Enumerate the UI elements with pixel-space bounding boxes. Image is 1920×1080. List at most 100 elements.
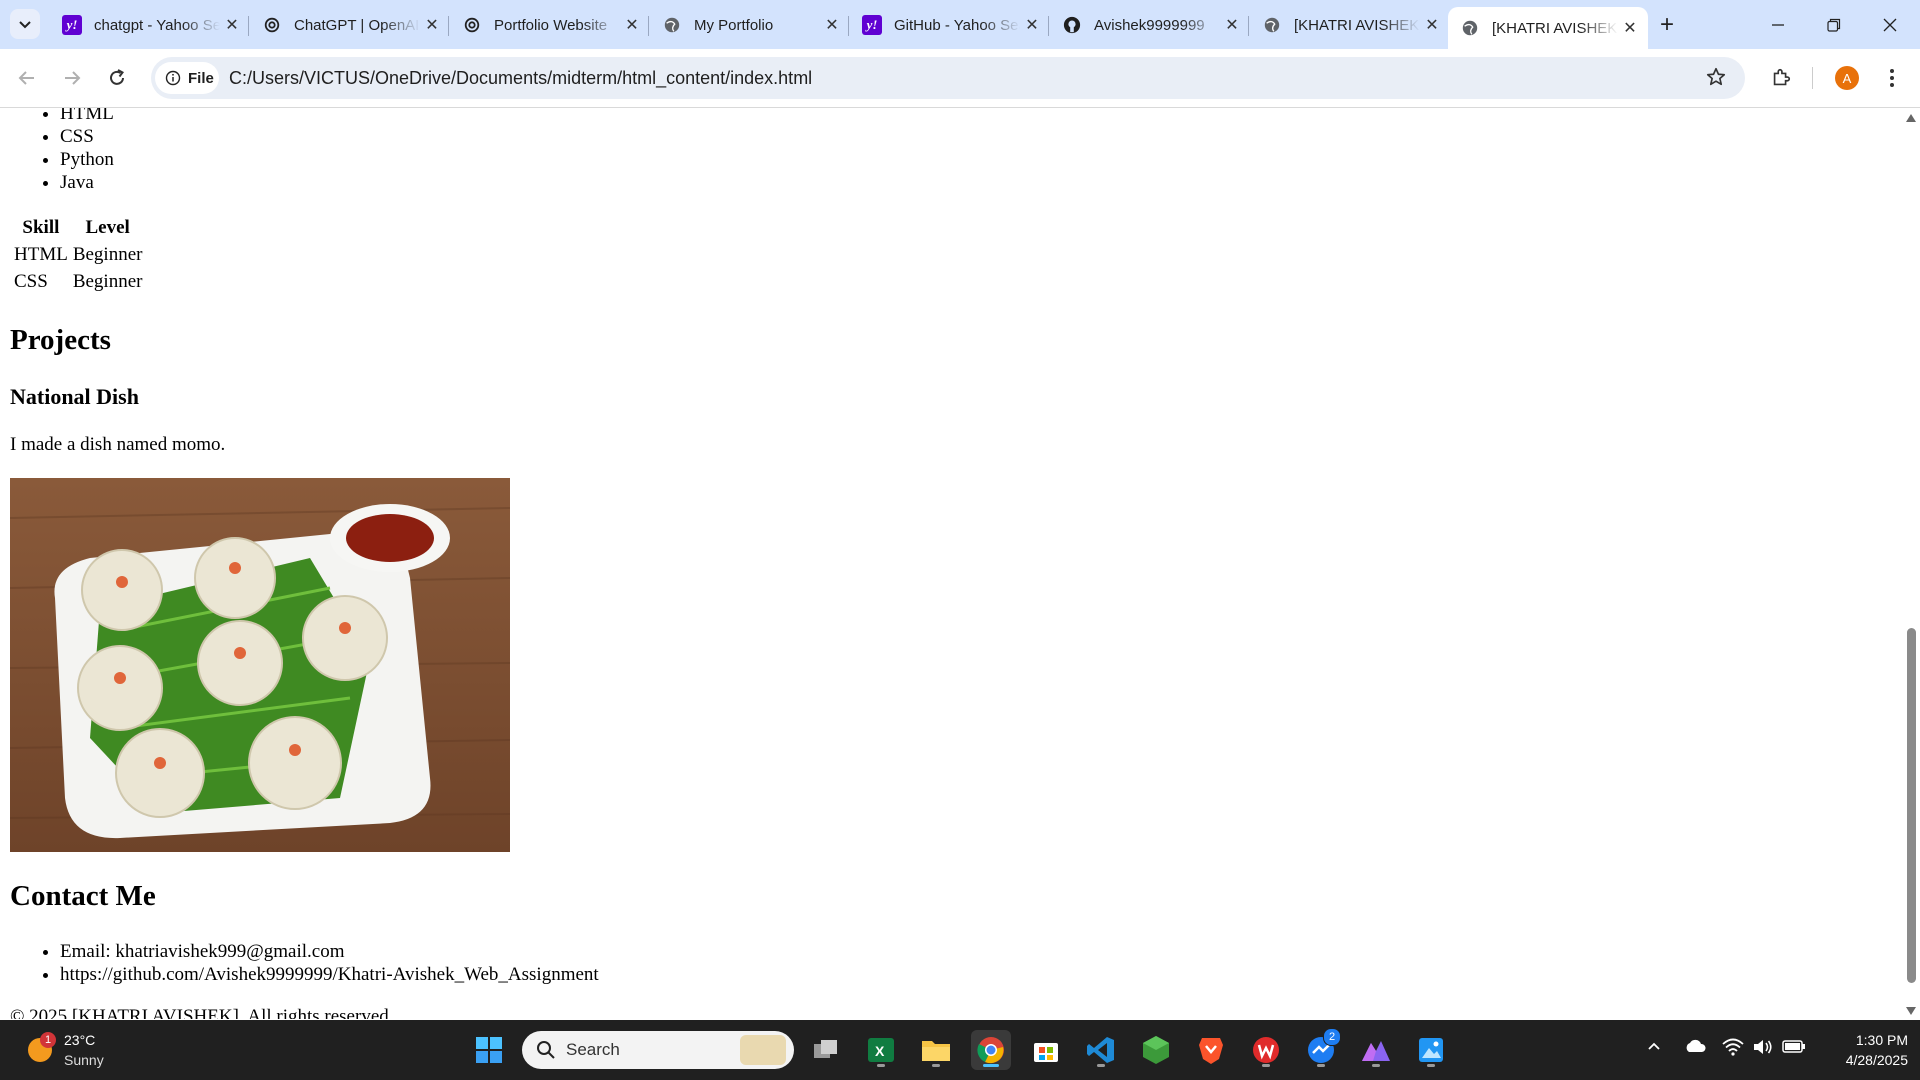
close-icon[interactable]: ✕	[1420, 13, 1444, 37]
close-icon[interactable]: ✕	[820, 13, 844, 37]
project-description: I made a dish named momo.	[10, 434, 226, 455]
scrollbar-thumb[interactable]	[1907, 628, 1916, 983]
close-icon	[1883, 18, 1897, 31]
weather-condition: Sunny	[64, 1052, 104, 1068]
tab-portfolio-website[interactable]: Portfolio Website ✕	[450, 8, 650, 42]
photos-app[interactable]	[1411, 1030, 1451, 1070]
vscode-app[interactable]	[1081, 1030, 1121, 1070]
scroll-down-icon[interactable]	[1906, 1007, 1916, 1015]
address-bar[interactable]: File C:/Users/VICTUS/OneDrive/Documents/…	[151, 57, 1745, 99]
show-hidden-icons[interactable]	[1646, 1038, 1662, 1059]
clock[interactable]: 1:30 PM 4/28/2025	[1830, 1030, 1908, 1070]
start-button[interactable]	[469, 1030, 509, 1070]
close-icon[interactable]: ✕	[220, 13, 244, 37]
active-indicator	[983, 1064, 999, 1067]
footer-text: © 2025 [KHATRI AVISHEK]. All rights rese…	[10, 1006, 394, 1019]
cloud-icon	[1686, 1039, 1706, 1052]
toolbar-divider	[1812, 67, 1813, 89]
search-highlight-icon	[740, 1035, 786, 1065]
volume-tray[interactable]	[1752, 1038, 1774, 1061]
copilot-app[interactable]	[1356, 1030, 1396, 1070]
close-icon[interactable]: ✕	[1020, 13, 1044, 37]
chevron-down-icon	[19, 21, 31, 29]
tab-title: Portfolio Website	[494, 16, 608, 34]
notification-badge: 2	[1323, 1028, 1341, 1046]
arrow-right-icon	[65, 71, 81, 85]
skills-list: HTML CSS Python Java	[0, 108, 114, 194]
excel-app[interactable]: X	[861, 1030, 901, 1070]
onedrive-tray[interactable]	[1683, 1038, 1707, 1059]
running-indicator	[1317, 1064, 1325, 1067]
menu-button[interactable]	[1876, 62, 1908, 94]
tab-github-yahoo[interactable]: y! GitHub - Yahoo Search ✕	[850, 8, 1050, 42]
close-icon[interactable]: ✕	[420, 13, 444, 37]
tab-search-button[interactable]	[10, 9, 40, 39]
list-item: CSS	[60, 125, 114, 148]
tab-khatri-avishek-active[interactable]: [KHATRI AVISHEK] ✕	[1448, 7, 1648, 49]
back-button[interactable]	[11, 62, 43, 94]
wps-icon	[1253, 1037, 1279, 1063]
list-item: HTML	[60, 108, 114, 125]
wps-office-app[interactable]	[1246, 1030, 1286, 1070]
forward-button[interactable]	[56, 62, 88, 94]
table-cell: Beginner	[72, 244, 143, 265]
tab-separator	[1048, 16, 1049, 36]
windows-taskbar: 1 23°C Sunny Search X 2 1:30 PM 4/28/202…	[0, 1020, 1920, 1080]
minimize-button[interactable]	[1750, 0, 1806, 49]
task-view-icon	[814, 1040, 837, 1058]
contact-github-link[interactable]: https://github.com/Avishek9999999/Khatri…	[60, 963, 599, 986]
reload-button[interactable]	[101, 62, 133, 94]
speaker-icon	[1754, 1040, 1772, 1054]
avatar: A	[1835, 66, 1859, 90]
table-cell: HTML	[14, 244, 68, 265]
tab-title: [KHATRI AVISHEK]	[1492, 19, 1618, 37]
tab-khatri-avishek[interactable]: [KHATRI AVISHEK] ✕	[1250, 8, 1450, 42]
excel-icon: X	[868, 1038, 894, 1062]
nodejs-app[interactable]	[1136, 1030, 1176, 1070]
photos-icon	[1419, 1038, 1443, 1062]
close-icon[interactable]: ✕	[1220, 13, 1244, 37]
new-tab-button[interactable]: +	[1652, 10, 1682, 40]
task-view-button[interactable]	[806, 1030, 846, 1070]
close-icon[interactable]: ✕	[1618, 16, 1642, 40]
table-header: Level	[85, 217, 130, 238]
file-explorer-app[interactable]	[916, 1030, 956, 1070]
tab-chatgpt-openai[interactable]: ChatGPT | OpenAI ✕	[250, 8, 450, 42]
info-icon	[165, 70, 181, 86]
restore-button[interactable]	[1806, 0, 1862, 49]
running-indicator	[1372, 1064, 1380, 1067]
weather-widget[interactable]: 1 23°C Sunny	[24, 1032, 134, 1074]
microsoft-store-app[interactable]	[1026, 1030, 1066, 1070]
star-icon	[1706, 67, 1726, 86]
yahoo-icon: y!	[862, 15, 882, 35]
hexagon-icon	[1143, 1036, 1169, 1064]
puzzle-icon	[1773, 68, 1791, 86]
close-icon[interactable]: ✕	[620, 13, 644, 37]
taskbar-search[interactable]: Search	[522, 1031, 794, 1069]
arrow-left-icon	[18, 71, 34, 85]
minimize-icon	[1772, 23, 1784, 26]
tab-chatgpt-yahoo[interactable]: y! chatgpt - Yahoo Search ✕	[50, 8, 250, 42]
messenger-app[interactable]: 2	[1301, 1028, 1341, 1070]
battery-icon	[1782, 1040, 1805, 1053]
url-text[interactable]: C:/Users/VICTUS/OneDrive/Documents/midte…	[229, 68, 812, 89]
scroll-up-icon[interactable]	[1906, 114, 1916, 122]
site-info-label: File	[188, 69, 214, 87]
page-scrollbar[interactable]	[1902, 108, 1920, 1019]
tab-title: ChatGPT | OpenAI	[294, 16, 420, 34]
profile-button[interactable]: A	[1831, 62, 1863, 94]
extensions-button[interactable]	[1765, 62, 1797, 94]
battery-tray[interactable]	[1782, 1038, 1806, 1059]
bookmark-button[interactable]	[1705, 66, 1727, 93]
wifi-tray[interactable]	[1722, 1038, 1744, 1061]
chevron-up-icon	[1648, 1042, 1660, 1050]
window-close-button[interactable]	[1862, 0, 1918, 49]
tab-my-portfolio[interactable]: My Portfolio ✕	[650, 8, 850, 42]
chrome-app[interactable]	[971, 1030, 1011, 1070]
reload-icon	[110, 69, 124, 85]
tab-github-avishek[interactable]: Avishek9999999 ✕	[1050, 8, 1250, 42]
site-info-chip[interactable]: File	[155, 62, 219, 94]
momo-dish-image	[10, 478, 510, 852]
tab-strip: y! chatgpt - Yahoo Search ✕ ChatGPT | Op…	[0, 0, 1920, 49]
brave-app[interactable]	[1191, 1030, 1231, 1070]
